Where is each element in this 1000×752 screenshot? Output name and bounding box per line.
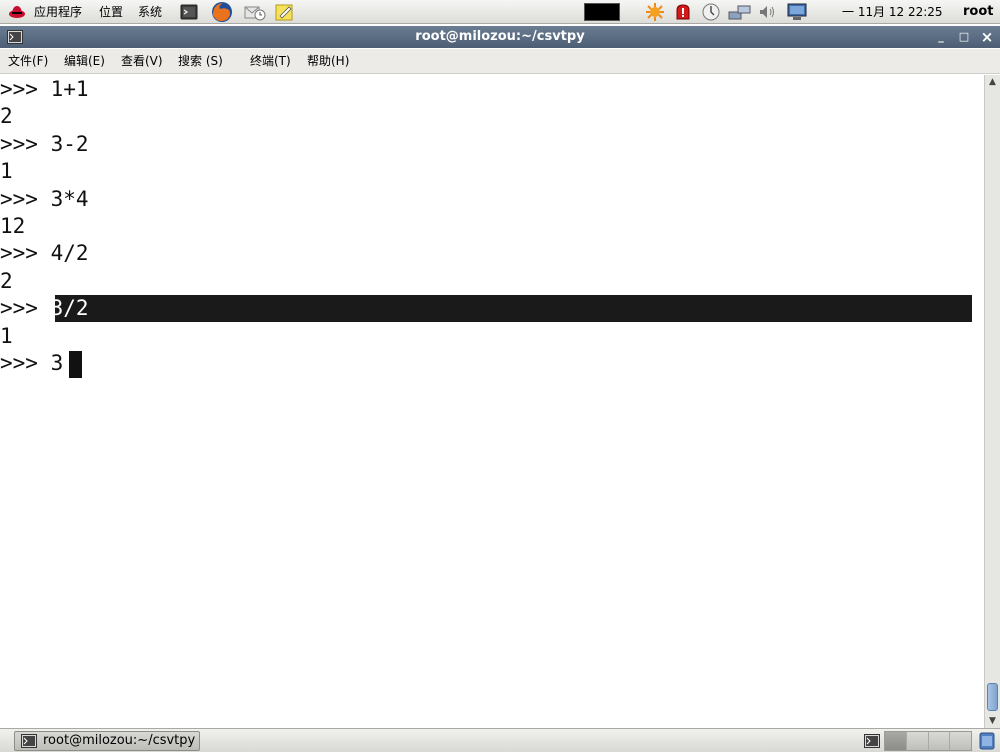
- output-line: 1: [0, 323, 13, 348]
- menu-edit[interactable]: 编辑(E): [64, 49, 105, 74]
- window-title: root@milozou:~/csvtpy: [415, 29, 585, 44]
- command-text: 3/2: [50, 296, 89, 321]
- workspace-switcher[interactable]: [884, 731, 972, 751]
- scroll-down-arrow-icon[interactable]: ▼: [985, 714, 1000, 728]
- system-menu[interactable]: 系统: [138, 0, 162, 24]
- output-line: 2: [0, 104, 13, 129]
- network-icon[interactable]: [728, 3, 752, 21]
- menu-bar: 文件(F) 编辑(E) 查看(V) 搜索 (S) 终端(T) 帮助(H): [0, 49, 1000, 74]
- input-line: >>> 3/2: [0, 295, 89, 322]
- display-icon[interactable]: [785, 3, 809, 21]
- text-cursor: [69, 351, 82, 378]
- terminal-area[interactable]: >>> 1+1 2 >>> 3-2 1 >>> 3*4 12 >>> 4/2 2 >>> 3/2…: [0, 75, 984, 728]
- terminal-launcher-icon[interactable]: [180, 3, 198, 21]
- menu-search[interactable]: 搜索 (S): [178, 49, 223, 74]
- prompt: >>>: [0, 351, 51, 375]
- prompt: >>>: [0, 296, 51, 321]
- command-text: 3-2: [50, 131, 89, 156]
- user-menu[interactable]: root: [963, 0, 994, 24]
- redhat-logo-icon[interactable]: [8, 3, 26, 21]
- maximize-button[interactable]: □: [955, 28, 973, 46]
- volume-icon[interactable]: [758, 3, 776, 21]
- input-line: >>> 3-2: [0, 131, 89, 158]
- bottom-panel: root@milozou:~/csvtpy: [0, 728, 1000, 752]
- workspace-4[interactable]: [950, 732, 971, 750]
- alert-icon[interactable]: [673, 3, 693, 21]
- input-line: >>> 1+1: [0, 76, 89, 103]
- input-method-indicator[interactable]: [584, 3, 620, 21]
- show-desktop-icon[interactable]: [864, 734, 880, 748]
- notes-editor-icon[interactable]: [274, 3, 296, 21]
- places-menu[interactable]: 位置: [99, 0, 123, 24]
- menu-view[interactable]: 查看(V): [121, 49, 163, 74]
- input-line: >>> 4/2: [0, 240, 89, 267]
- output-line: 1: [0, 159, 13, 184]
- command-text: 1+1: [50, 77, 89, 101]
- email-client-icon[interactable]: [244, 3, 266, 21]
- selection-highlight: [55, 295, 972, 322]
- vertical-scrollbar[interactable]: ▲ ▼: [984, 75, 1000, 728]
- menu-help[interactable]: 帮助(H): [307, 49, 349, 74]
- window-titlebar[interactable]: root@milozou:~/csvtpy _ □ ×: [0, 26, 1000, 48]
- firefox-icon[interactable]: [210, 1, 234, 23]
- taskbar-window-label: root@milozou:~/csvtpy: [43, 733, 196, 748]
- clock-applet-icon[interactable]: [701, 3, 721, 21]
- output-line: 12: [0, 214, 26, 238]
- prompt: >>>: [0, 186, 51, 211]
- menu-terminal[interactable]: 终端(T): [250, 49, 291, 74]
- workspace-3[interactable]: [928, 732, 951, 750]
- prompt: >>>: [0, 131, 51, 156]
- taskbar-window-button[interactable]: root@milozou:~/csvtpy: [14, 731, 200, 751]
- close-button[interactable]: ×: [978, 28, 996, 46]
- prompt: >>>: [0, 241, 51, 266]
- clock[interactable]: 一 11月 12 22:25: [842, 0, 943, 24]
- workspace-1[interactable]: [885, 732, 907, 750]
- scroll-up-arrow-icon[interactable]: ▲: [985, 75, 1000, 89]
- menu-file[interactable]: 文件(F): [8, 49, 48, 74]
- applications-menu[interactable]: 应用程序: [34, 0, 82, 24]
- current-input-line: >>> 3: [0, 350, 63, 377]
- terminal-task-icon: [21, 734, 37, 748]
- command-text: 3*4: [50, 186, 89, 211]
- workspace-2[interactable]: [906, 732, 929, 750]
- command-text: 4/2: [50, 241, 89, 266]
- top-panel: 应用程序 位置 系统 一 11月 12 22:25 root: [0, 0, 1000, 24]
- prompt: >>>: [0, 77, 51, 101]
- minimize-button[interactable]: _: [932, 28, 950, 46]
- input-line: >>> 3*4: [0, 186, 89, 213]
- trash-icon[interactable]: [978, 732, 996, 750]
- command-text: 3: [50, 351, 64, 375]
- update-notifier-icon[interactable]: [644, 3, 666, 21]
- output-line: 2: [0, 268, 13, 293]
- scrollbar-thumb[interactable]: [987, 683, 998, 711]
